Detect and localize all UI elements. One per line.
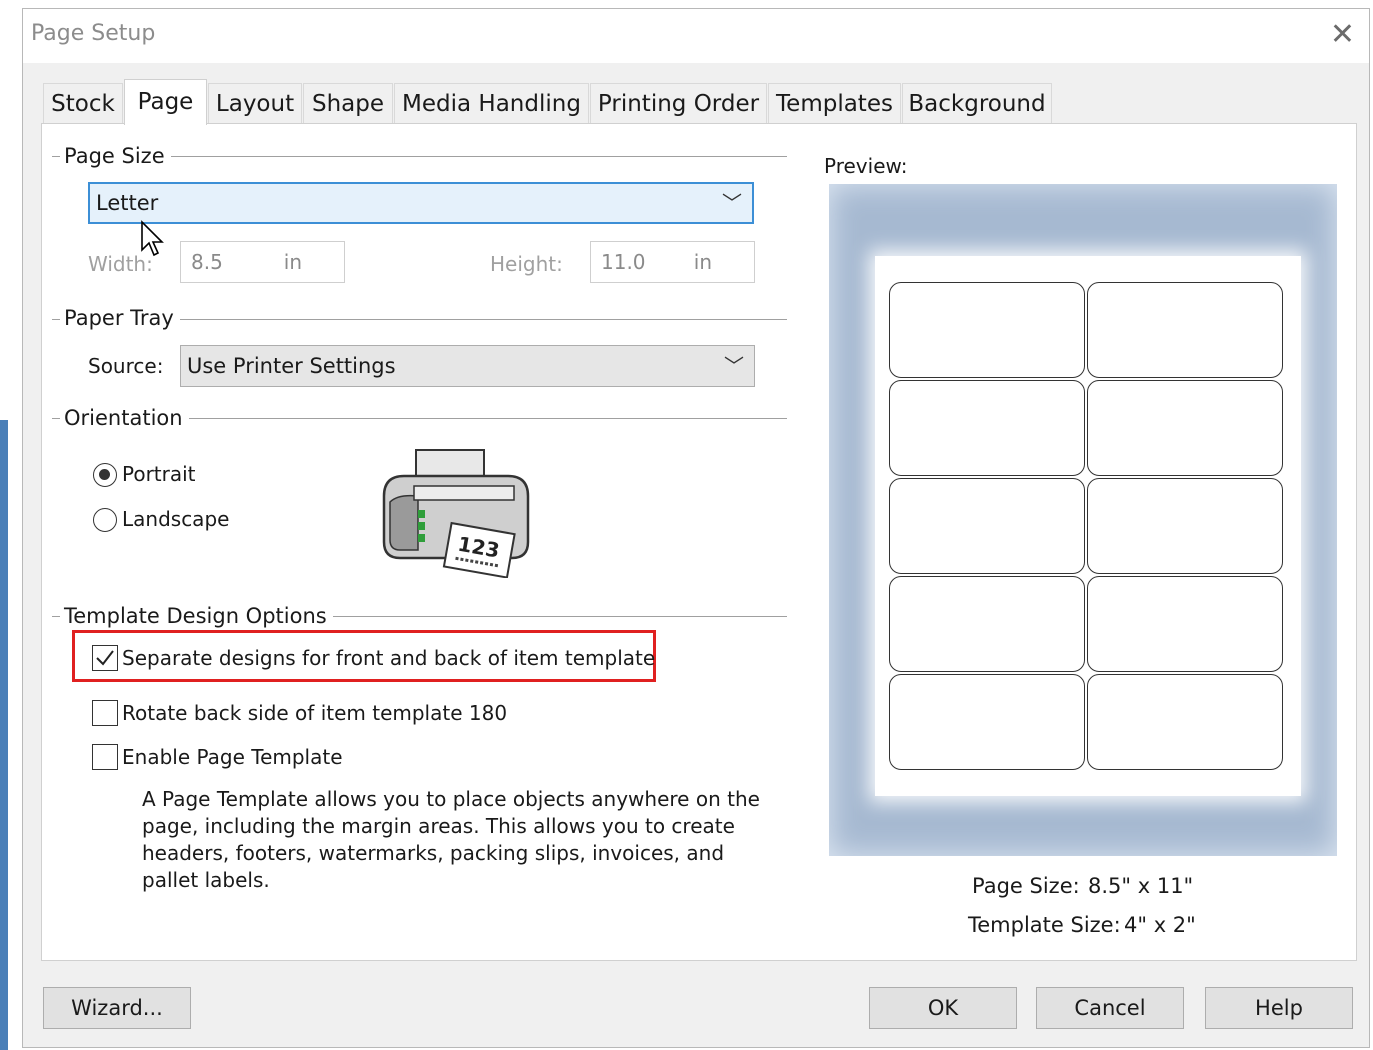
help-button[interactable]: Help <box>1205 987 1353 1029</box>
portrait-label[interactable]: Portrait <box>122 462 196 486</box>
tab-shape[interactable]: Shape <box>303 83 393 123</box>
preview-label-cell <box>1087 478 1283 574</box>
height-field[interactable]: 11.0 in <box>590 241 755 283</box>
height-value: 11.0 <box>601 250 646 274</box>
preview-label-cell <box>1087 282 1283 378</box>
tab-templates[interactable]: Templates <box>768 83 901 123</box>
tab-page[interactable]: Page <box>124 79 207 125</box>
tab-background[interactable]: Background <box>902 83 1052 123</box>
page-size-group-title: Page Size <box>60 144 171 168</box>
close-icon[interactable]: ✕ <box>1330 17 1355 53</box>
preview-page <box>875 256 1301 796</box>
enable-page-template-label[interactable]: Enable Page Template <box>122 745 343 769</box>
width-field[interactable]: 8.5 in <box>180 241 345 283</box>
preview-label-cell <box>889 674 1085 770</box>
page-size-value: Letter <box>96 191 159 215</box>
desktop-edge <box>0 420 8 1050</box>
tab-stock[interactable]: Stock <box>43 83 123 123</box>
preview-label: Preview: <box>824 154 908 178</box>
checkmark-icon <box>96 650 114 666</box>
enable-page-template-checkbox[interactable] <box>92 744 118 770</box>
template-design-group-title: Template Design Options <box>60 604 333 628</box>
wizard-button[interactable]: Wizard... <box>43 987 191 1029</box>
rotate-back-checkbox[interactable] <box>92 700 118 726</box>
preview-label-cell <box>889 380 1085 476</box>
template-size-info-label: Template Size: <box>968 913 1121 937</box>
preview-label-cell <box>1087 576 1283 672</box>
separate-designs-checkbox[interactable] <box>92 645 118 671</box>
height-label: Height: <box>490 252 563 276</box>
ok-button[interactable]: OK <box>869 987 1017 1029</box>
window-title: Page Setup <box>31 21 156 46</box>
preview-label-cell <box>889 478 1085 574</box>
source-label: Source: <box>88 354 164 378</box>
page-size-info-label: Page Size: <box>972 874 1080 898</box>
orientation-group-title: Orientation <box>60 406 189 430</box>
height-unit: in <box>693 250 712 274</box>
portrait-radio[interactable] <box>93 463 117 487</box>
page-setup-dialog: Page Setup ✕ Stock Page Layout Shape Med… <box>22 8 1370 1048</box>
landscape-radio[interactable] <box>93 508 117 532</box>
page-size-select[interactable]: Letter ﹀ <box>88 182 754 224</box>
chevron-down-icon: ﹀ <box>724 354 744 378</box>
page-tab-panel: Page Size Letter ﹀ Width: 8.5 in Height:… <box>41 123 1357 961</box>
preview-label-cell <box>889 576 1085 672</box>
landscape-label[interactable]: Landscape <box>122 507 229 531</box>
page-size-info-value: 8.5" x 11" <box>1088 874 1194 898</box>
preview-pane <box>829 184 1337 856</box>
width-label: Width: <box>88 252 153 276</box>
paper-source-select[interactable]: Use Printer Settings ﹀ <box>180 345 755 387</box>
chevron-down-icon: ﹀ <box>722 191 742 215</box>
title-bar: Page Setup ✕ <box>23 9 1369 63</box>
preview-label-cell <box>889 282 1085 378</box>
width-unit: in <box>283 250 302 274</box>
preview-label-cell <box>1087 674 1283 770</box>
tab-media-handling[interactable]: Media Handling <box>394 83 589 123</box>
template-size-info-value: 4" x 2" <box>1124 913 1196 937</box>
separate-designs-label[interactable]: Separate designs for front and back of i… <box>122 646 655 670</box>
page-template-description: A Page Template allows you to place obje… <box>142 787 760 892</box>
cancel-button[interactable]: Cancel <box>1036 987 1184 1029</box>
tab-printing-order[interactable]: Printing Order <box>590 83 767 123</box>
printer-icon: 123 <box>382 449 530 578</box>
tab-layout[interactable]: Layout <box>208 83 302 123</box>
width-value: 8.5 <box>191 250 223 274</box>
paper-source-value: Use Printer Settings <box>187 354 396 378</box>
paper-tray-group-title: Paper Tray <box>60 306 180 330</box>
rotate-back-label[interactable]: Rotate back side of item template 180 <box>122 701 507 725</box>
preview-label-cell <box>1087 380 1283 476</box>
